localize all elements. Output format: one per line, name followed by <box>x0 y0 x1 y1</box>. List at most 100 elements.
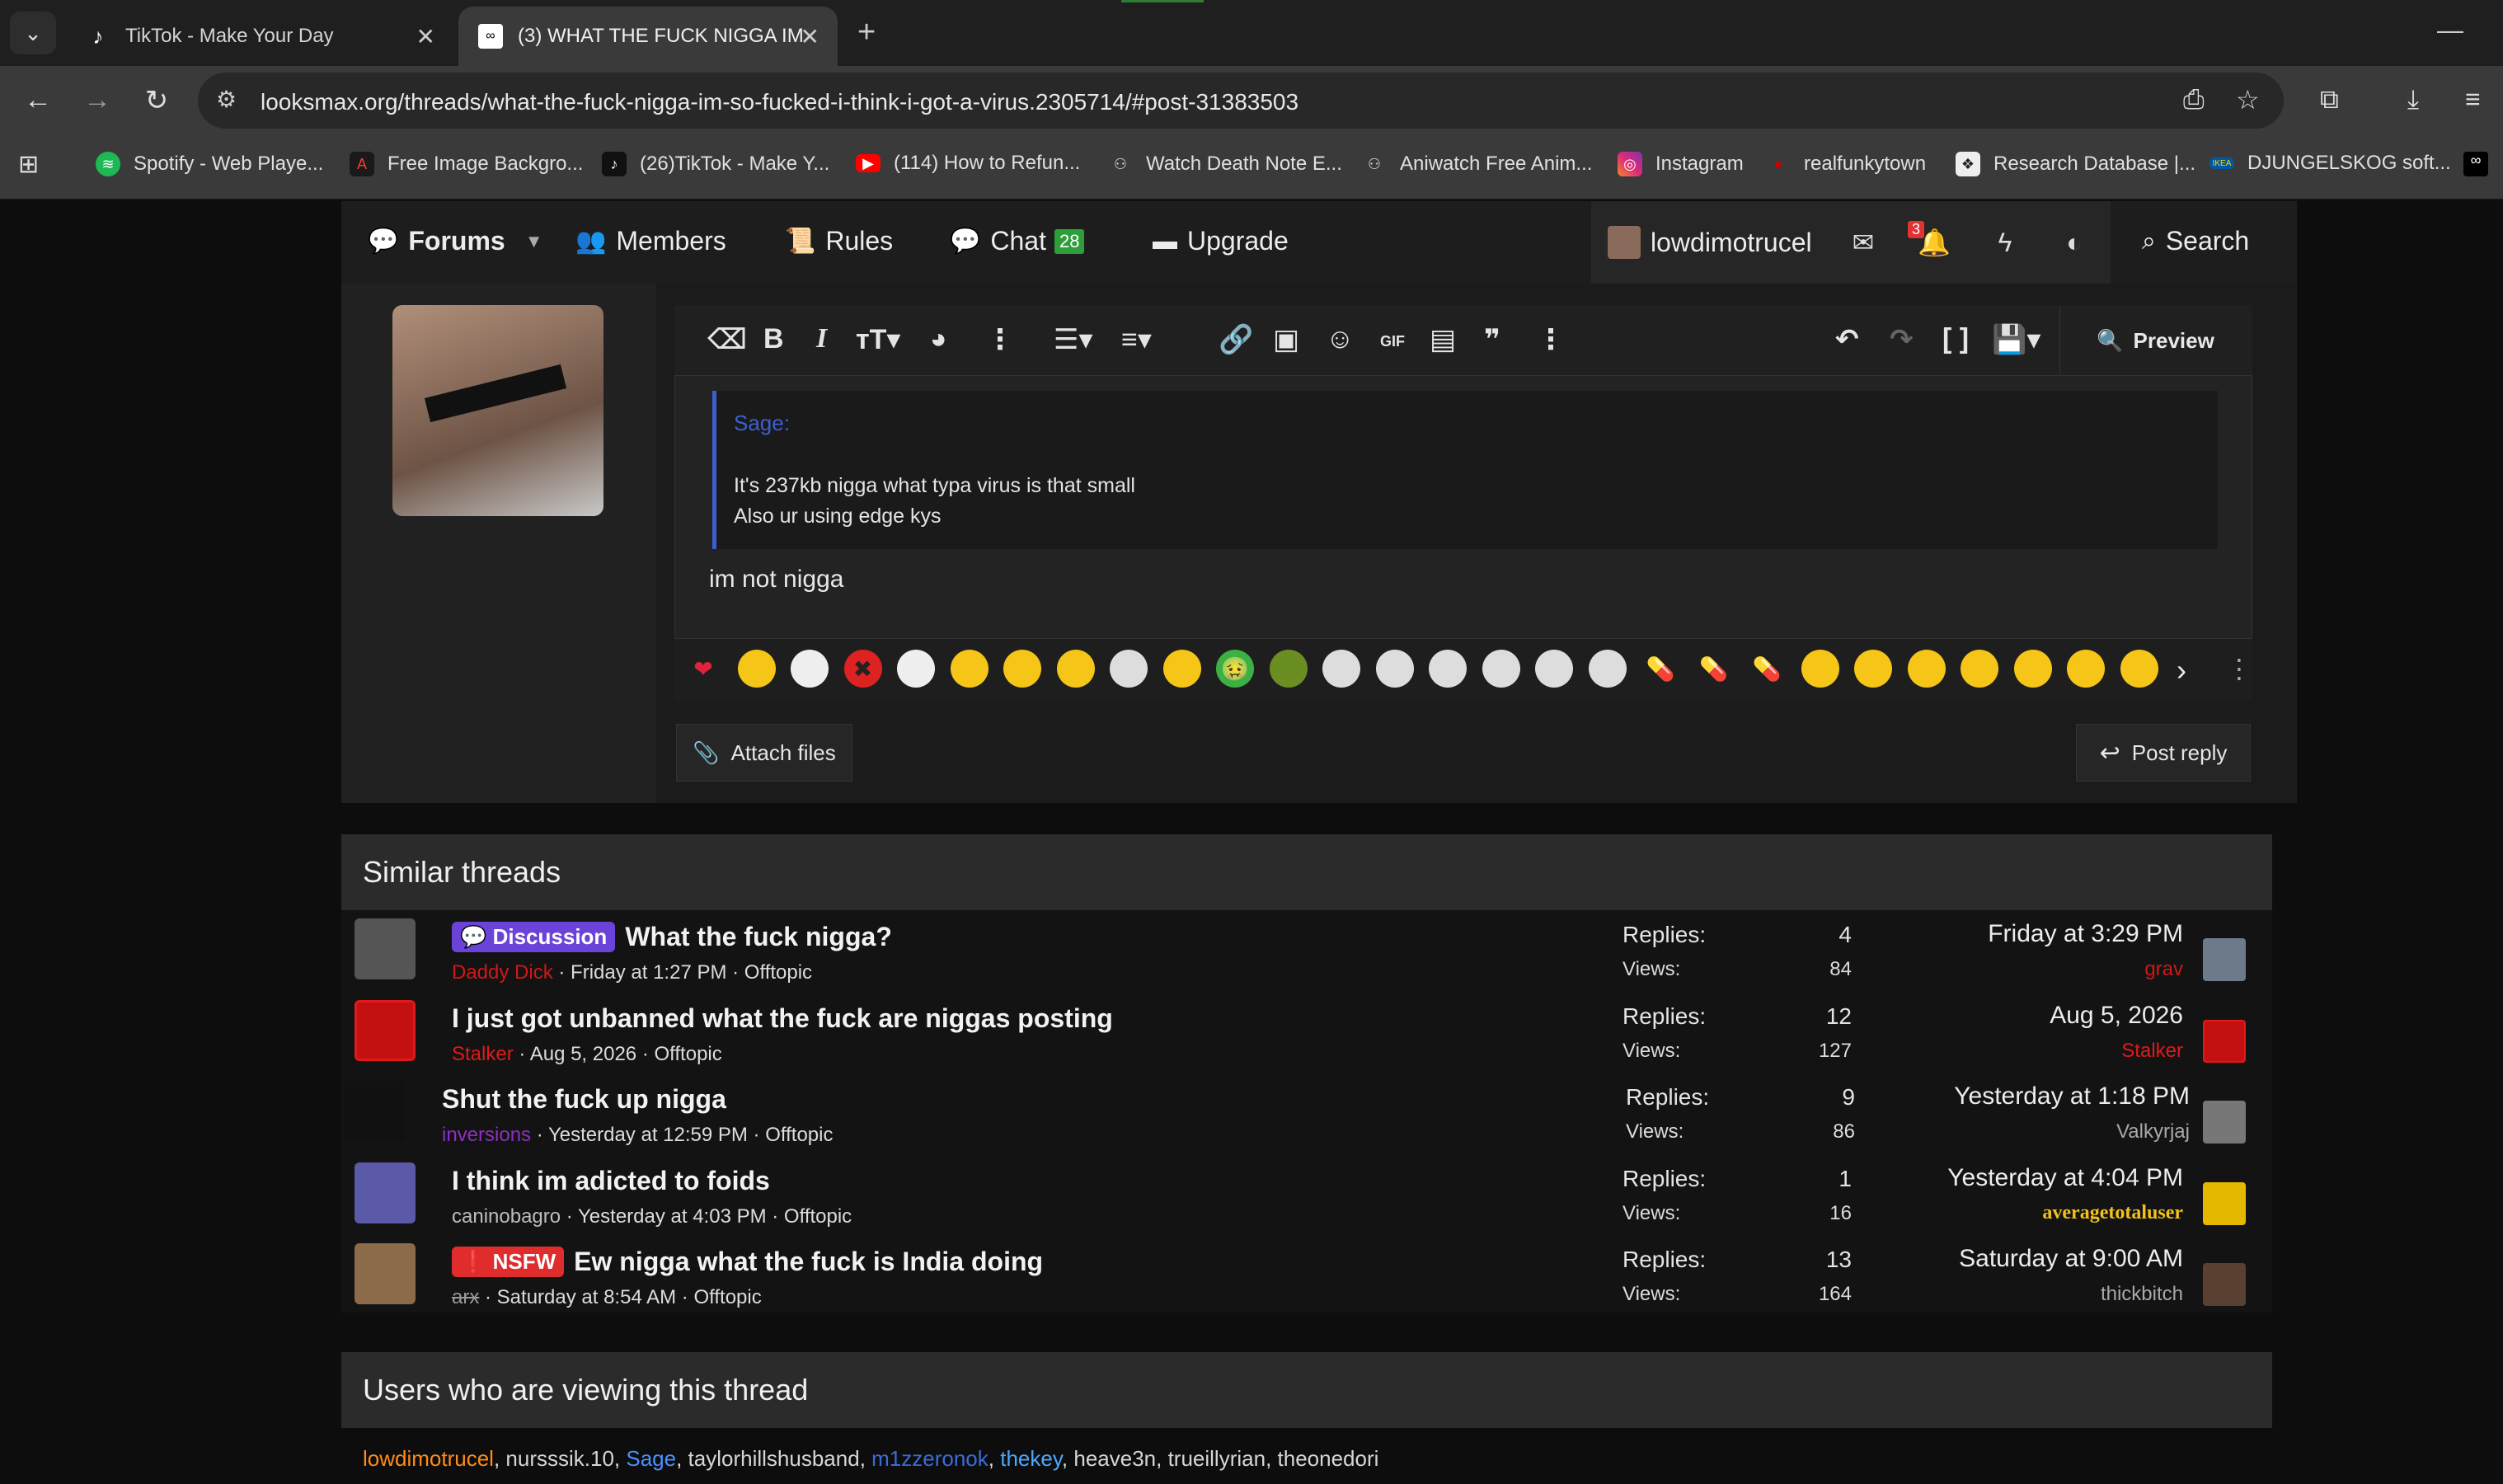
theme-toggle-icon[interactable]: ◐ <box>2038 201 2111 284</box>
last-post-date[interactable]: Aug 5, 2026 <box>1853 1002 2183 1030</box>
bold-icon[interactable]: B <box>763 323 784 355</box>
menu-icon[interactable]: ≡ <box>2465 84 2481 115</box>
bolt-icon[interactable]: ϟ <box>1969 201 2041 284</box>
smile-smilie-icon[interactable] <box>1854 650 1892 688</box>
blush-smilie-icon[interactable] <box>1801 650 1839 688</box>
close-tab-icon[interactable]: ✕ <box>416 23 435 50</box>
viewer-username[interactable]: nursssik.10 <box>505 1446 614 1471</box>
avatar[interactable] <box>2203 1101 2246 1144</box>
nav-search[interactable]: ⌕ Search <box>2142 226 2249 256</box>
avatar[interactable] <box>355 1162 416 1223</box>
download-icon[interactable]: ⤓ <box>2407 84 2419 115</box>
looksmax-icon[interactable]: ∞ <box>2463 152 2488 176</box>
heart-eyes-smilie-icon[interactable] <box>737 650 776 688</box>
close-tab-icon[interactable]: ✕ <box>801 23 819 50</box>
avatar[interactable] <box>355 1243 416 1304</box>
viewer-username[interactable]: Sage <box>626 1446 676 1471</box>
nav-members[interactable]: 👥 Members <box>575 226 726 256</box>
bookmark-item[interactable]: ● realfunkytown <box>1766 152 1927 176</box>
face2-smilie-icon[interactable] <box>1322 650 1360 688</box>
bookmark-item[interactable]: ◎ Instagram <box>1618 152 1744 176</box>
avatar[interactable] <box>355 918 416 979</box>
install-app-icon[interactable]: ⎙ <box>2183 84 2205 115</box>
extensions-icon[interactable]: ⧉ <box>2320 84 2339 115</box>
laugh-smilie-icon[interactable] <box>2013 650 2052 688</box>
thread-title[interactable]: Shut the fuck up nigga <box>442 1084 726 1115</box>
last-post-date[interactable]: Yesterday at 4:04 PM <box>1853 1164 2183 1192</box>
viewer-username[interactable]: thekey <box>1000 1446 1062 1471</box>
last-post-user[interactable]: thickbitch <box>1853 1283 2183 1306</box>
inbox-icon[interactable]: ✉ <box>1827 201 1900 284</box>
face6-smilie-icon[interactable] <box>1535 650 1573 688</box>
bookmark-item[interactable]: IKEA DJUNGELSKOG soft... <box>2209 152 2451 175</box>
bookmark-item[interactable]: ⚇ Aniwatch Free Anim... <box>1362 152 1593 176</box>
thread-title-text[interactable]: What the fuck nigga? <box>625 922 892 952</box>
face7-smilie-icon[interactable] <box>1588 650 1627 688</box>
nav-upgrade[interactable]: ▬ Upgrade <box>1153 226 1289 256</box>
face-smilie-icon[interactable] <box>1110 650 1148 688</box>
bookmark-item[interactable]: ≋ Spotify - Web Playe... <box>96 152 323 176</box>
palette-icon[interactable]: ◕ <box>930 323 947 355</box>
last-post-user[interactable]: grav <box>1853 958 2183 981</box>
sick-smilie-icon[interactable]: 🤢 <box>1216 650 1254 688</box>
avatar[interactable] <box>392 305 603 516</box>
cry-smilie-icon[interactable] <box>1003 650 1041 688</box>
thread-title[interactable]: I just got unbanned what the fuck are ni… <box>452 1003 1113 1034</box>
rofl2-smilie-icon[interactable] <box>2067 650 2105 688</box>
tongue-smilie-icon[interactable] <box>1907 650 1946 688</box>
nav-chat[interactable]: 💬 Chat 28 <box>950 226 1085 256</box>
thread-title-text[interactable]: Ew nigga what the fuck is India doing <box>574 1247 1043 1277</box>
post-reply-button[interactable]: ↩ Post reply <box>2076 724 2251 782</box>
thread-author[interactable]: inversions <box>442 1124 531 1146</box>
thread-title[interactable]: ❗ NSFW Ew nigga what the fuck is India do… <box>452 1247 1043 1277</box>
skull2-smilie-icon[interactable] <box>897 650 935 688</box>
x-smilie-icon[interactable]: ✖ <box>843 650 882 688</box>
redpill-smilie-icon[interactable]: 💊 <box>1695 650 1733 688</box>
eraser-icon[interactable]: ⌫ <box>707 323 747 356</box>
bell-icon[interactable]: 🔔 <box>1898 201 1970 284</box>
nav-rules[interactable]: 📜 Rules <box>785 226 893 256</box>
pill-smilie-icon[interactable]: 💊 <box>1641 650 1679 688</box>
quote-icon[interactable]: ❞ <box>1484 323 1500 356</box>
thread-title-text[interactable]: Shut the fuck up nigga <box>442 1084 726 1115</box>
minimize-button[interactable]: — <box>2437 15 2463 45</box>
last-post-date[interactable]: Friday at 3:29 PM <box>1853 920 2183 948</box>
avatar[interactable] <box>2203 938 2246 981</box>
thread-title-text[interactable]: I just got unbanned what the fuck are ni… <box>452 1003 1113 1034</box>
redo-icon[interactable]: ↷ <box>1890 323 1914 356</box>
heart-smilie-icon[interactable]: ❤ <box>684 650 722 688</box>
viewer-username[interactable]: m1zzeronok <box>871 1446 989 1471</box>
reply-text[interactable]: im not nigga <box>709 566 843 594</box>
avatar[interactable] <box>355 999 416 1061</box>
thread-title[interactable]: I think im adicted to foids <box>452 1166 770 1196</box>
face5-smilie-icon[interactable] <box>1482 650 1520 688</box>
bbcode-icon[interactable]: [ ] <box>1942 323 1969 355</box>
viewer-username[interactable]: theonedori <box>1278 1446 1379 1471</box>
bookmark-item[interactable]: A Free Image Backgro... <box>350 152 583 176</box>
grin2-smilie-icon[interactable] <box>1961 650 1998 688</box>
skull-smilie-icon[interactable] <box>791 650 829 688</box>
viewer-username[interactable]: lowdimotrucel <box>363 1446 494 1471</box>
tab-search-button[interactable]: ⌄ <box>10 12 56 54</box>
thread-title[interactable]: 💬 Discussion What the fuck nigga? <box>452 922 892 952</box>
smiley-icon[interactable]: ☺ <box>1326 323 1355 355</box>
thread-author[interactable]: arx <box>452 1286 479 1308</box>
forward-icon[interactable]: → <box>79 84 115 116</box>
thread-title-text[interactable]: I think im adicted to foids <box>452 1166 770 1196</box>
avatar[interactable] <box>2203 1181 2246 1225</box>
shrek-smilie-icon[interactable] <box>1269 650 1308 688</box>
site-info-icon[interactable]: ⚙ <box>216 86 237 113</box>
thread-author[interactable]: Daddy Dick <box>452 961 553 984</box>
bookmark-item[interactable]: ▶ (114) How to Refun... <box>856 152 1080 175</box>
thread-author[interactable]: Stalker <box>452 1043 514 1065</box>
nsfw-prefix-badge[interactable]: ❗ NSFW <box>452 1247 565 1277</box>
face3-smilie-icon[interactable] <box>1375 650 1414 688</box>
align-icon[interactable]: ≡▾ <box>1121 323 1152 356</box>
nav-forums[interactable]: 💬 Forums ▼ <box>368 226 542 256</box>
link-icon[interactable]: 🔗 <box>1219 323 1253 356</box>
avatar[interactable] <box>345 1081 406 1142</box>
more-options-icon[interactable]: ⋮ <box>2226 653 2252 684</box>
bookmark-item[interactable]: ♪ (26)TikTok - Make Y... <box>602 152 829 176</box>
undo-icon[interactable]: ↶ <box>1835 323 1859 356</box>
avatar[interactable] <box>2203 1019 2246 1063</box>
